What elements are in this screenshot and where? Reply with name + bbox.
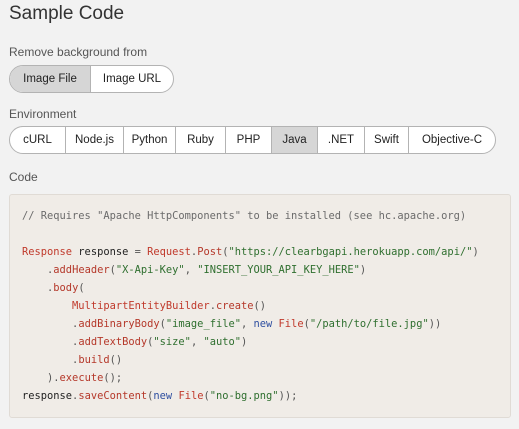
code-token: () xyxy=(253,300,267,312)
code-token: "INSERT_YOUR_API_KEY_HERE" xyxy=(197,264,360,276)
code-token: addBinaryBody xyxy=(78,318,160,330)
environment-toggle-group: cURL Node.js Python Ruby PHP Java .NET S… xyxy=(9,126,496,154)
code-token: execute xyxy=(59,372,104,384)
code-token: ) xyxy=(472,246,479,258)
code-token: )) xyxy=(428,318,442,330)
code-token: "size" xyxy=(153,336,191,348)
code-token: body xyxy=(53,282,79,294)
code-line: MultipartEntityBuilder.create() xyxy=(22,299,266,313)
code-token: addTextBody xyxy=(78,336,148,348)
code-token: ( xyxy=(78,282,85,294)
env-ruby-button[interactable]: Ruby xyxy=(175,127,225,153)
code-token: Response xyxy=(22,246,73,258)
code-line: .build() xyxy=(22,353,122,367)
env-dotnet-button[interactable]: .NET xyxy=(317,127,364,153)
code-token: (); xyxy=(103,372,123,384)
code-line: response.saveContent(new File("no-bg.png… xyxy=(22,389,297,403)
code-line: Response response = Request.Post("https:… xyxy=(22,245,479,259)
code-token: "image_file" xyxy=(165,318,241,330)
code-token: )); xyxy=(278,390,298,402)
code-token: new xyxy=(253,318,273,330)
code-token: Post xyxy=(197,246,223,258)
code-line: .addTextBody("size", "auto") xyxy=(22,335,247,349)
env-swift-button[interactable]: Swift xyxy=(364,127,408,153)
code-token: "X-Api-Key" xyxy=(115,264,185,276)
code-token: saveContent xyxy=(78,390,148,402)
remove-background-label: Remove background from xyxy=(9,45,148,59)
code-line: .addBinaryBody("image_file", new File("/… xyxy=(22,317,441,331)
code-token: () xyxy=(109,354,123,366)
code-token: addHeader xyxy=(53,264,110,276)
code-token: , xyxy=(240,318,254,330)
code-token: MultipartEntityBuilder xyxy=(72,300,210,312)
code-token: build xyxy=(78,354,110,366)
code-token: new xyxy=(153,390,173,402)
code-line: .body( xyxy=(22,281,85,295)
code-token: File xyxy=(278,318,304,330)
code-token: create xyxy=(215,300,254,312)
image-file-button[interactable]: Image File xyxy=(10,66,90,92)
page-title: Sample Code xyxy=(9,3,125,24)
code-token: , xyxy=(190,336,204,348)
code-token: "https://clearbgapi.herokuapp.com/api/" xyxy=(228,246,473,258)
code-line: // Requires "Apache HttpComponents" to b… xyxy=(22,209,466,223)
code-token: response xyxy=(72,246,135,258)
image-url-button[interactable]: Image URL xyxy=(90,66,173,92)
env-php-button[interactable]: PHP xyxy=(225,127,271,153)
source-toggle-group: Image File Image URL xyxy=(9,65,174,93)
code-token: ) xyxy=(241,336,248,348)
code-token: , xyxy=(184,264,198,276)
code-token: File xyxy=(178,390,204,402)
env-objective-c-button[interactable]: Objective-C xyxy=(408,127,495,153)
code-token: "auto" xyxy=(203,336,242,348)
env-nodejs-button[interactable]: Node.js xyxy=(65,127,123,153)
code-token: // Requires "Apache HttpComponents" to b… xyxy=(22,210,467,222)
code-token: "/path/to/file.jpg" xyxy=(309,318,429,330)
code-token: response xyxy=(22,390,73,402)
env-curl-button[interactable]: cURL xyxy=(10,127,65,153)
code-token: ). xyxy=(47,372,60,384)
environment-label: Environment xyxy=(9,107,77,121)
env-python-button[interactable]: Python xyxy=(123,127,175,153)
code-token: ) xyxy=(359,264,367,276)
code-label: Code xyxy=(9,170,38,184)
code-token: Request xyxy=(140,246,191,258)
code-line: ).execute(); xyxy=(22,371,122,385)
env-java-button[interactable]: Java xyxy=(271,127,317,153)
code-block[interactable]: // Requires "Apache HttpComponents" to b… xyxy=(9,194,511,418)
code-line: .addHeader("X-Api-Key", "INSERT_YOUR_API… xyxy=(22,263,366,277)
code-token: "no-bg.png" xyxy=(209,390,279,402)
